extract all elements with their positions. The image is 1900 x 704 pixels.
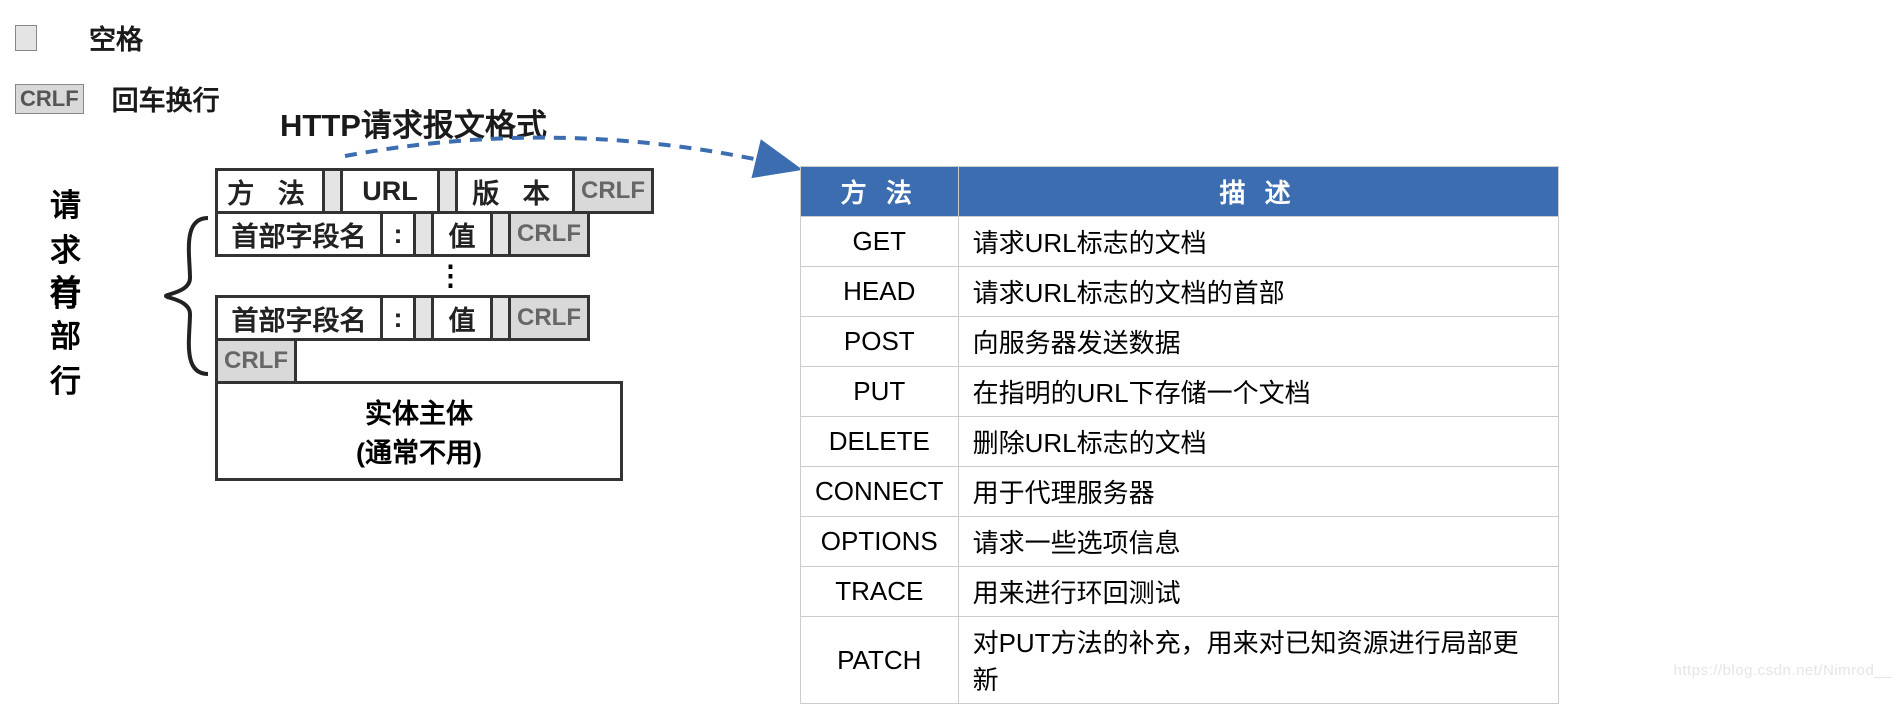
cells-area: 方 法 URL 版 本 CRLF 首部字段名 : 值 CRLF ⋮ 首部字段名 …: [215, 168, 654, 481]
table-row: POST向服务器发送数据: [801, 317, 1559, 367]
td-desc: 请求一些选项信息: [958, 517, 1558, 567]
cell-version: 版 本: [455, 168, 575, 214]
cell-crlf: CRLF: [508, 295, 590, 341]
legend-space-row: 空格: [15, 18, 220, 57]
header-row-2: 首部字段名 : 值 CRLF: [215, 295, 654, 341]
table-row: PUT在指明的URL下存储一个文档: [801, 367, 1559, 417]
td-desc: 请求URL标志的文档: [958, 217, 1558, 267]
td-method: HEAD: [801, 267, 959, 317]
crlf-terminator-row: CRLF: [215, 338, 297, 384]
cell-crlf: CRLF: [572, 168, 654, 214]
space-box-icon: [15, 25, 37, 51]
td-method: PATCH: [801, 617, 959, 704]
legend: 空格 CRLF 回车换行: [15, 18, 220, 140]
table-row: TRACE用来进行环回测试: [801, 567, 1559, 617]
td-desc: 请求URL标志的文档的首部: [958, 267, 1558, 317]
table-header-row: 方 法 描 述: [801, 167, 1559, 217]
body-line2: (通常不用): [218, 431, 620, 470]
crlf-box-icon: CRLF: [15, 84, 84, 114]
td-method: POST: [801, 317, 959, 367]
td-desc: 向服务器发送数据: [958, 317, 1558, 367]
cell-header-value: 值: [431, 295, 493, 341]
label-header-line: 首部行: [50, 266, 81, 401]
table-row: CONNECT用于代理服务器: [801, 467, 1559, 517]
watermark: https://blog.csdn.net/Nimrod__: [1674, 662, 1892, 679]
th-method: 方 法: [801, 167, 959, 217]
cell-header-field: 首部字段名: [215, 295, 383, 341]
legend-crlf-row: CRLF 回车换行: [15, 79, 220, 118]
td-method: DELETE: [801, 417, 959, 467]
table-row: GET请求URL标志的文档: [801, 217, 1559, 267]
td-desc: 删除URL标志的文档: [958, 417, 1558, 467]
table-body: GET请求URL标志的文档 HEAD请求URL标志的文档的首部 POST向服务器…: [801, 217, 1559, 704]
td-desc: 用来进行环回测试: [958, 567, 1558, 617]
cell-crlf: CRLF: [215, 338, 297, 384]
legend-space-label: 空格: [89, 18, 143, 57]
table-row: DELETE删除URL标志的文档: [801, 417, 1559, 467]
cell-url: URL: [340, 168, 440, 214]
cell-method: 方 法: [215, 168, 325, 214]
cell-header-field: 首部字段名: [215, 211, 383, 257]
td-desc: 在指明的URL下存储一个文档: [958, 367, 1558, 417]
curly-brace-icon: [160, 216, 220, 376]
cell-crlf: CRLF: [508, 211, 590, 257]
table-row: PATCH对PUT方法的补充，用来对已知资源进行局部更新: [801, 617, 1559, 704]
legend-crlf-label: 回车换行: [112, 79, 220, 118]
td-method: GET: [801, 217, 959, 267]
cell-colon: :: [380, 295, 416, 341]
cell-colon: :: [380, 211, 416, 257]
request-line-row: 方 法 URL 版 本 CRLF: [215, 168, 654, 214]
vertical-ellipsis-icon: ⋮: [255, 257, 654, 295]
td-desc: 用于代理服务器: [958, 467, 1558, 517]
td-method: TRACE: [801, 567, 959, 617]
td-method: CONNECT: [801, 467, 959, 517]
td-method: PUT: [801, 367, 959, 417]
td-desc: 对PUT方法的补充，用来对已知资源进行局部更新: [958, 617, 1558, 704]
table-row: HEAD请求URL标志的文档的首部: [801, 267, 1559, 317]
entity-body-box: 实体主体 (通常不用): [215, 381, 623, 481]
body-line1: 实体主体: [218, 392, 620, 431]
td-method: OPTIONS: [801, 517, 959, 567]
table-row: OPTIONS请求一些选项信息: [801, 517, 1559, 567]
http-methods-table: 方 法 描 述 GET请求URL标志的文档 HEAD请求URL标志的文档的首部 …: [800, 166, 1559, 704]
th-desc: 描 述: [958, 167, 1558, 217]
header-row-1: 首部字段名 : 值 CRLF: [215, 211, 654, 257]
cell-header-value: 值: [431, 211, 493, 257]
